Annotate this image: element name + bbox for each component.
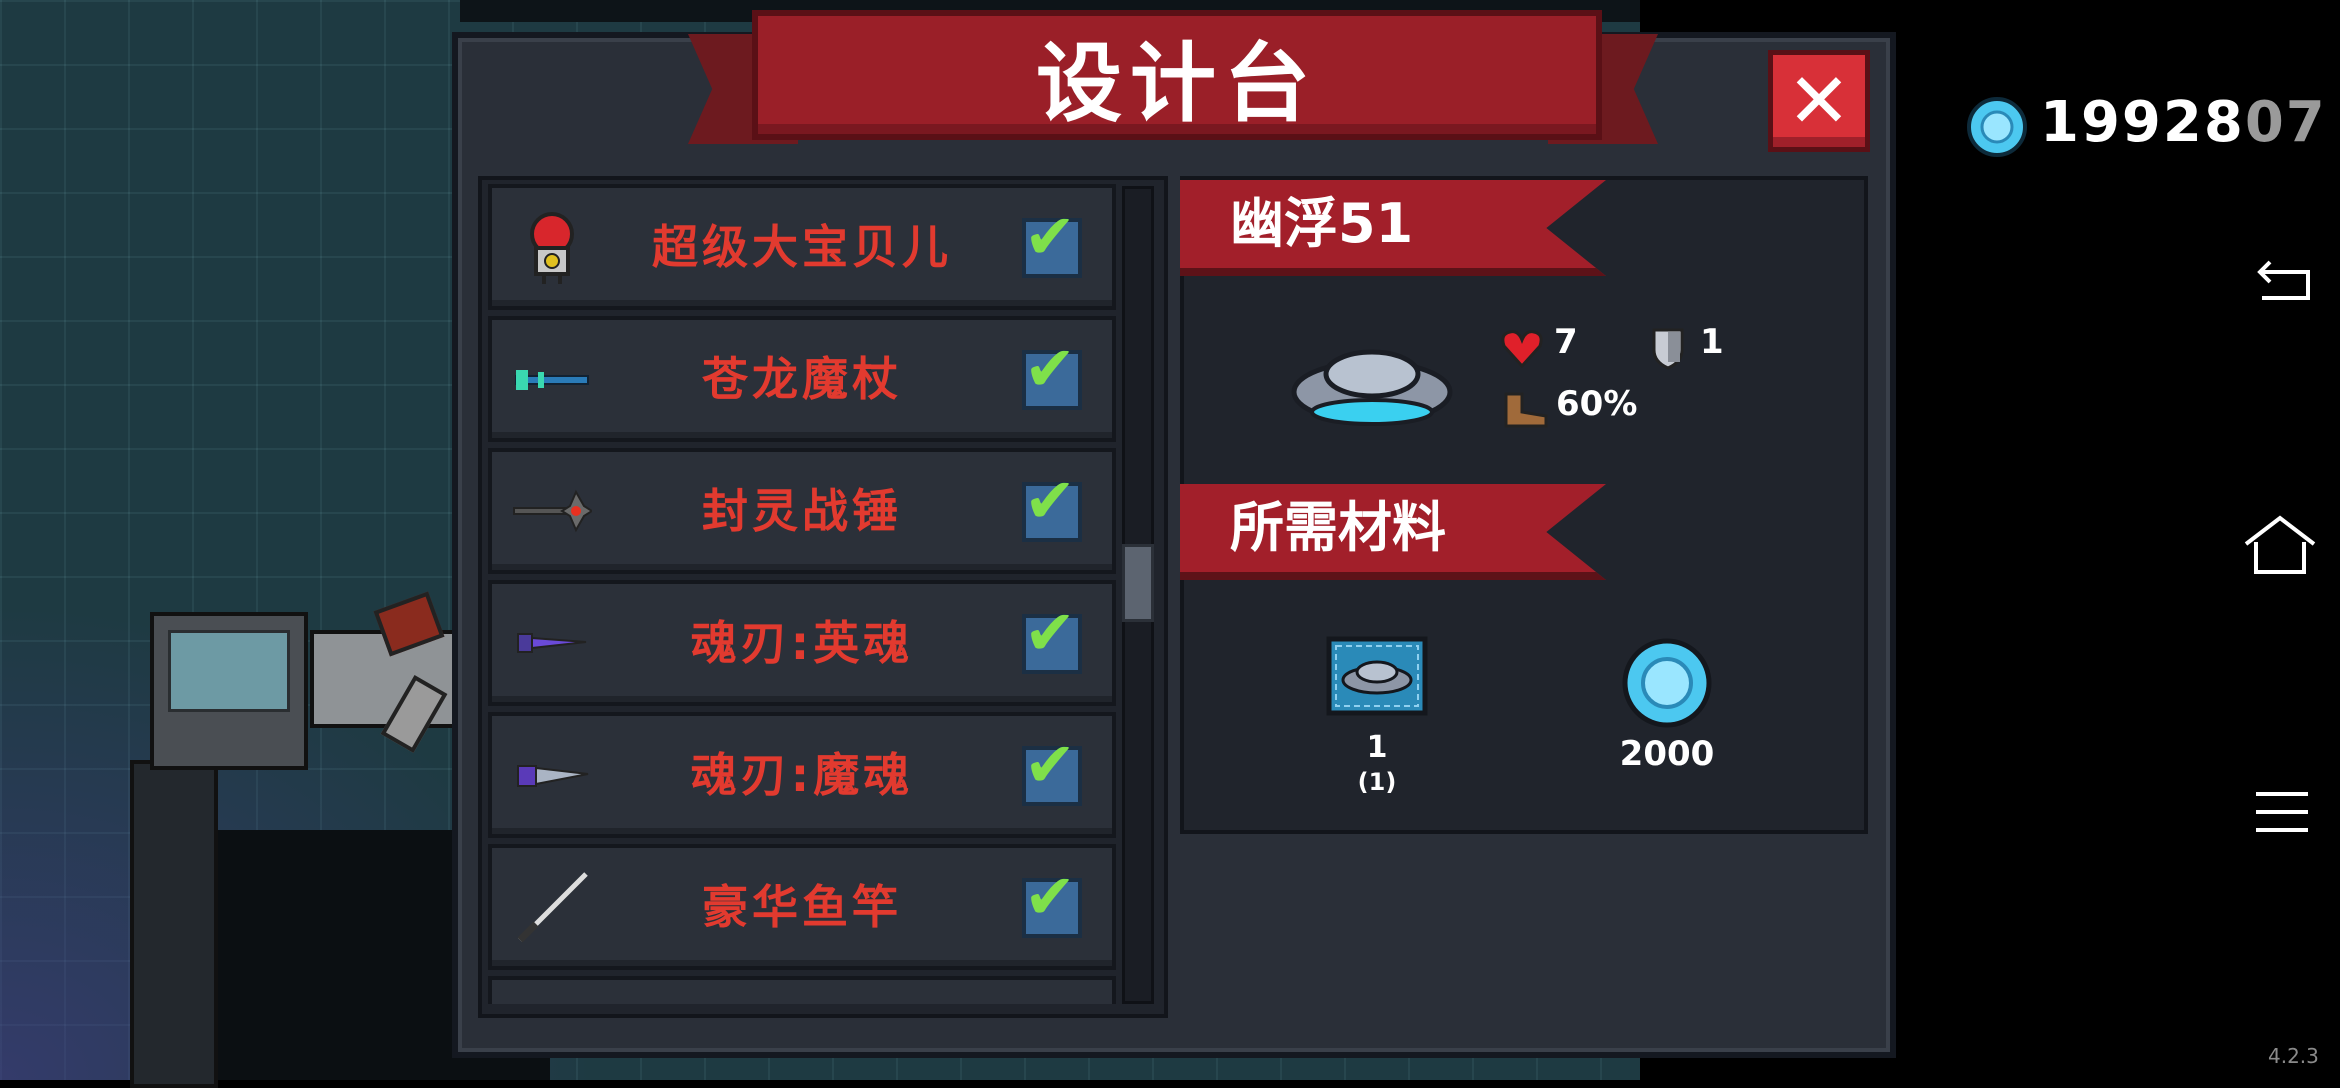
version-label: 4.2.3 (2268, 1044, 2319, 1068)
gem-balance: 1992807 (2040, 90, 2327, 155)
bomb-icon (530, 212, 574, 284)
check-icon: ✔ (1024, 860, 1076, 933)
monitor-screen (168, 630, 290, 712)
gem-balance-dim: 07 (2244, 90, 2327, 155)
list-item[interactable]: 魂刃:魔魂 ✔ (488, 712, 1116, 838)
material-owned: (1) (1357, 768, 1397, 796)
heart-icon (1501, 330, 1543, 368)
check-icon: ✔ (1024, 464, 1076, 537)
item-name: 封灵战锤 (702, 484, 902, 538)
material-count: 1 (1366, 730, 1388, 765)
check-icon: ✔ (1024, 728, 1076, 801)
materials-ribbon: 所需材料 (1180, 484, 1606, 580)
armor-value: 1 (1700, 322, 1724, 362)
menu-icon[interactable] (2252, 784, 2312, 840)
health-value: 7 (1554, 322, 1578, 362)
item-name-ribbon: 幽浮51 (1180, 180, 1606, 276)
checkbox[interactable]: ✔ (1022, 338, 1082, 410)
hammer-icon (513, 489, 592, 533)
ufo-icon (1291, 349, 1453, 426)
item-name: 魂刃:英魂 (690, 616, 914, 670)
back-icon[interactable] (2250, 250, 2320, 310)
list-item[interactable] (488, 976, 1116, 1004)
item-name: 魂刃:魔魂 (690, 748, 914, 802)
boot-icon (1504, 392, 1548, 428)
checkbox[interactable]: ✔ (1022, 602, 1082, 674)
check-icon: ✔ (1024, 332, 1076, 405)
selected-item-name: 幽浮51 (1230, 192, 1414, 255)
checkbox[interactable]: ✔ (1022, 866, 1082, 938)
checkbox[interactable]: ✔ (1022, 734, 1082, 806)
materials-title: 所需材料 (1230, 496, 1446, 559)
list-item[interactable]: 魂刃:英魂 ✔ (488, 580, 1116, 706)
close-icon[interactable]: ✕ (1787, 63, 1851, 139)
sword-icon (517, 633, 587, 653)
gem-icon (1622, 638, 1712, 728)
ufo-blueprint-icon (1326, 636, 1428, 716)
checkbox[interactable]: ✔ (1022, 470, 1082, 542)
item-name: 超级大宝贝儿 (652, 220, 952, 274)
desk (130, 760, 218, 1088)
checkbox[interactable]: ✔ (1022, 206, 1082, 278)
check-icon: ✔ (1024, 596, 1076, 669)
item-name: 豪华鱼竿 (702, 880, 902, 934)
list-item[interactable]: 苍龙魔杖 ✔ (488, 316, 1116, 442)
list-item[interactable]: 豪华鱼竿 ✔ (488, 844, 1116, 970)
sword-icon (517, 765, 589, 787)
close-button[interactable]: ✕ (1768, 50, 1870, 152)
title-banner: 设计台 (752, 10, 1602, 140)
list-item[interactable]: 超级大宝贝儿 ✔ (488, 184, 1116, 310)
gem-balance-main: 19928 (2040, 90, 2245, 155)
home-icon[interactable] (2240, 510, 2320, 580)
fishing-rod-icon (517, 872, 588, 943)
page-title: 设计台 (1036, 33, 1318, 134)
list-item[interactable]: 封灵战锤 ✔ (488, 448, 1116, 574)
item-name: 苍龙魔杖 (702, 352, 902, 406)
check-icon: ✔ (1024, 200, 1076, 273)
speed-value: 60% (1556, 384, 1638, 424)
gem-icon (1967, 97, 2027, 157)
staff-icon (515, 370, 589, 390)
scrollbar-thumb[interactable] (1122, 544, 1154, 622)
material-count: 2000 (1619, 734, 1715, 774)
shield-icon (1652, 328, 1684, 370)
